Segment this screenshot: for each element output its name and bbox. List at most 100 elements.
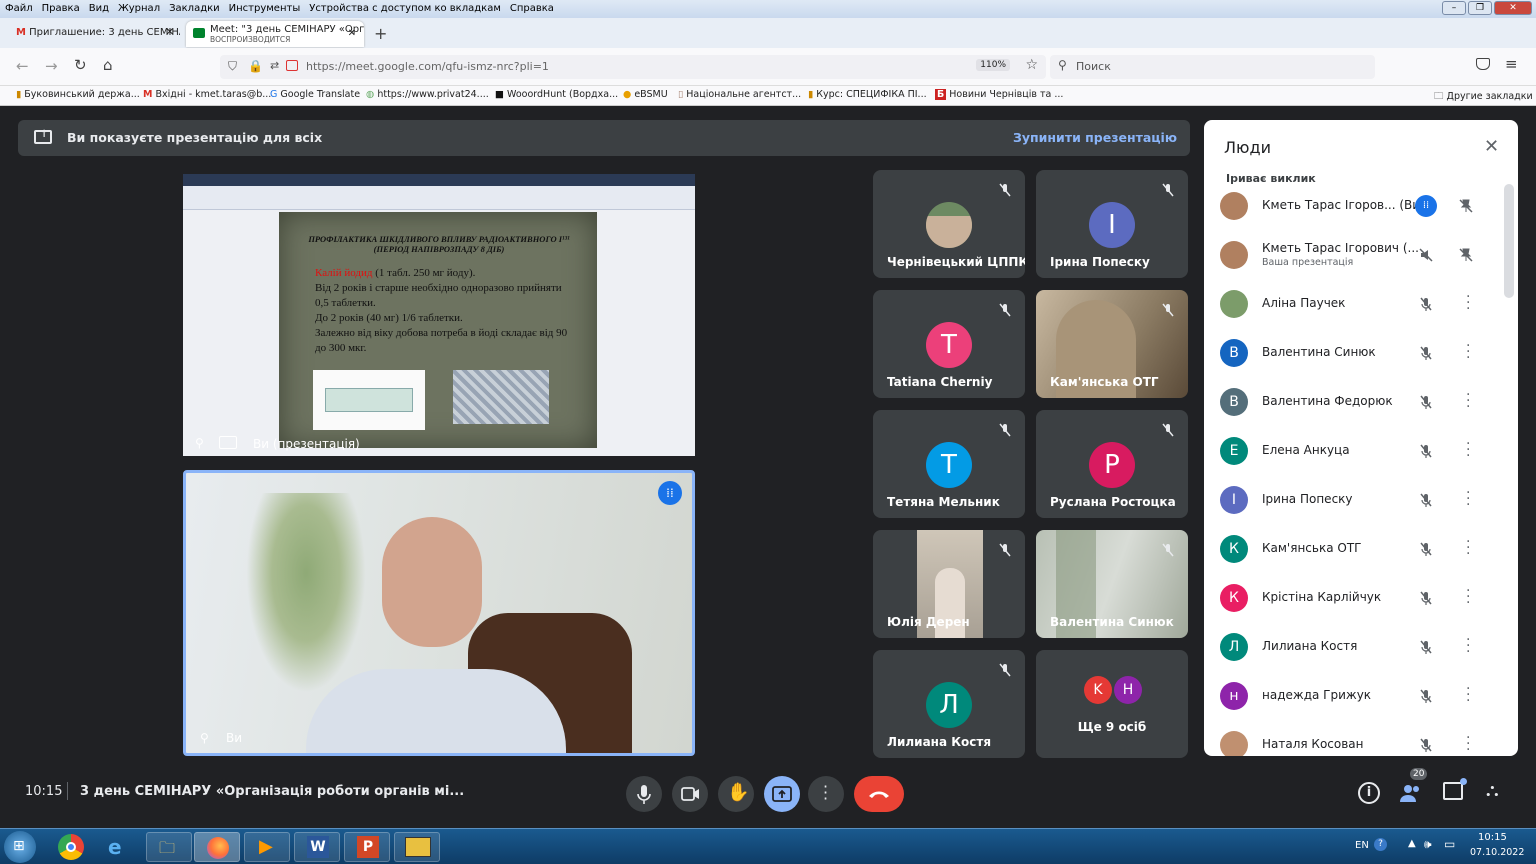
unpin-icon[interactable] [1458, 198, 1474, 214]
menu-help[interactable]: Справка [505, 0, 558, 14]
home-icon[interactable]: ⌂ [103, 56, 113, 74]
meeting-details-icon[interactable]: i [1358, 782, 1380, 804]
participant-row[interactable]: К Крістіна Карлійчук · · · [1220, 578, 1510, 618]
more-vert-icon[interactable]: · · · [1466, 339, 1470, 365]
bookmark-star-icon[interactable]: ☆ [1025, 57, 1038, 73]
presentation-tile[interactable]: ПРОФІЛАКТИКА ШКІДЛИВОГО ВПЛИВУ РАДІОАКТИ… [183, 174, 695, 456]
chrome-icon[interactable] [58, 834, 84, 860]
unpin-icon[interactable] [1458, 247, 1474, 263]
participant-tile[interactable]: Кам'янська ОТГ [1036, 290, 1188, 398]
zoom-level[interactable]: 110% [976, 59, 1010, 71]
menu-icon[interactable]: ≡ [1505, 55, 1518, 73]
media-player-task[interactable]: ▶ [244, 832, 290, 862]
bookmark-item[interactable]: G Google Translate [270, 89, 360, 100]
more-options-button[interactable]: · · · [808, 776, 844, 812]
participant-row[interactable]: В Валентина Федорюк · · · [1220, 382, 1510, 422]
more-vert-icon[interactable]: · · · [1466, 290, 1470, 316]
screen-share-icon[interactable] [286, 60, 298, 71]
participant-tile[interactable]: T Tatiana Cherniy [873, 290, 1025, 398]
camera-button[interactable] [672, 776, 708, 812]
menu-edit[interactable]: Правка [37, 0, 84, 14]
network-icon[interactable]: ▭ [1444, 837, 1455, 851]
more-vert-icon[interactable]: · · · [1466, 535, 1470, 561]
bookmark-item[interactable]: ◍ https://www.privat24.... [366, 89, 489, 100]
participant-tile[interactable]: Чернівецький ЦППК [873, 170, 1025, 278]
menu-synced-tabs[interactable]: Устройства с доступом ко вкладкам [304, 0, 505, 14]
explorer-task[interactable]: 🗀 [146, 832, 192, 862]
pin-icon[interactable]: ⚲ [200, 731, 209, 745]
mic-button[interactable] [626, 776, 662, 812]
self-video-tile[interactable]: ⁞⁞ ⚲ Ви [183, 470, 695, 756]
leave-call-button[interactable] [854, 776, 904, 812]
tab-meet[interactable]: Meet: "3 день СЕМІНАРУ «Орг ВОСПРОИЗВОДИ… [186, 21, 364, 47]
bookmark-item[interactable]: Б Новини Чернівців та ... [935, 89, 1063, 100]
participant-tile[interactable]: P Руслана Ростоцка [1036, 410, 1188, 518]
more-vert-icon[interactable]: · · · [1466, 633, 1470, 659]
stop-presenting-button[interactable]: Зупинити презентацію [1013, 130, 1177, 145]
participant-tile[interactable]: Л Лилиана Костя [873, 650, 1025, 758]
bookmark-item[interactable]: ▮ Буковинський держа... [16, 89, 140, 100]
menu-tools[interactable]: Инструменты [224, 0, 305, 14]
lock-icon[interactable]: 🔒 [248, 59, 263, 73]
pin-icon[interactable]: ⚲ [195, 436, 204, 450]
people-button[interactable]: 20 [1398, 768, 1428, 806]
firefox-task[interactable] [194, 832, 240, 862]
more-vert-icon[interactable]: · · · [1466, 388, 1470, 414]
participant-tile[interactable]: T Тетяна Мельник [873, 410, 1025, 518]
video-app-task[interactable] [394, 832, 440, 862]
word-task[interactable]: W [294, 832, 340, 862]
clock-time[interactable]: 10:15 [1478, 832, 1507, 843]
start-button[interactable]: ⊞ [4, 831, 36, 863]
chat-icon[interactable] [1443, 778, 1467, 800]
minimize-button[interactable]: – [1442, 1, 1466, 15]
more-vert-icon[interactable]: · · · [1466, 437, 1470, 463]
participant-row[interactable]: Наталя Косован · · · [1220, 725, 1510, 756]
maximize-button[interactable]: ❐ [1468, 1, 1492, 15]
menu-history[interactable]: Журнал [113, 0, 164, 14]
participant-row[interactable]: К Кам'янська ОТГ · · · [1220, 529, 1510, 569]
search-box[interactable]: ⚲ Поиск [1050, 55, 1375, 79]
participant-row[interactable]: Л Лилиана Костя · · · [1220, 627, 1510, 667]
close-tab-icon[interactable]: ✕ [166, 27, 174, 38]
participant-tile[interactable]: Валентина Синюк [1036, 530, 1188, 638]
present-button[interactable] [764, 776, 800, 812]
bookmark-item[interactable]: ▯ Національне агентст... [678, 89, 801, 100]
participant-row[interactable]: В Валентина Синюк · · · [1220, 333, 1510, 373]
pocket-icon[interactable] [1476, 58, 1490, 70]
other-bookmarks[interactable]: 🗀 Другие закладки [1434, 89, 1533, 105]
forward-icon[interactable]: → [45, 57, 58, 75]
bookmark-item[interactable]: ■ WooordHunt (Вордха... [495, 89, 618, 100]
back-icon[interactable]: ← [16, 57, 29, 75]
close-tab-icon[interactable]: ✕ [348, 28, 356, 39]
permissions-icon[interactable]: ⇄ [270, 59, 279, 72]
close-panel-icon[interactable]: ✕ [1484, 136, 1499, 157]
more-vert-icon[interactable]: · · · [1466, 731, 1470, 756]
menu-bookmarks[interactable]: Закладки [164, 0, 224, 14]
more-vert-icon[interactable]: · · · [1466, 584, 1470, 610]
show-hidden-icons[interactable]: ▲ [1408, 838, 1416, 849]
close-window-button[interactable]: ✕ [1494, 1, 1532, 15]
participant-row[interactable]: н надежда Грижук · · · [1220, 676, 1510, 716]
shield-icon[interactable]: ⛉ [228, 59, 237, 74]
bookmark-item[interactable]: ▮ Курс: СПЕЦИФІКА ПІ... [808, 89, 927, 100]
menu-file[interactable]: Файл [0, 0, 37, 14]
tab-invitation[interactable]: M Приглашение: 3 день СЕМІНА ✕ [8, 21, 180, 47]
participant-row[interactable]: Кметь Тарас Ігоров... (Ви) ⁞⁞ [1220, 186, 1510, 226]
ie-icon[interactable]: e [108, 835, 122, 859]
participant-tile[interactable]: Юлія Дерен [873, 530, 1025, 638]
language-indicator[interactable]: EN [1355, 840, 1369, 851]
bookmark-item[interactable]: M Вхідні - kmet.taras@b... [143, 89, 271, 100]
powerpoint-task[interactable]: P [344, 832, 390, 862]
participant-row[interactable]: Е Елена Анкуца · · · [1220, 431, 1510, 471]
bookmark-item[interactable]: ● eBSMU [623, 89, 668, 100]
volume-icon[interactable]: 🕪 [1424, 837, 1432, 852]
activities-icon[interactable]: ⛬ [1486, 780, 1499, 801]
participant-row[interactable]: Аліна Паучек · · · [1220, 284, 1510, 324]
participant-tile[interactable]: I Ірина Попеску [1036, 170, 1188, 278]
url-bar[interactable]: ⛉ 🔒 ⇄ https://meet.google.com/qfu-ismz-n… [220, 55, 1046, 79]
more-vert-icon[interactable]: · · · [1466, 682, 1470, 708]
raise-hand-button[interactable]: ✋ [718, 776, 754, 812]
help-icon[interactable]: ? [1374, 838, 1387, 851]
reload-icon[interactable]: ↻ [74, 56, 87, 74]
new-tab-button[interactable]: + [374, 24, 387, 43]
